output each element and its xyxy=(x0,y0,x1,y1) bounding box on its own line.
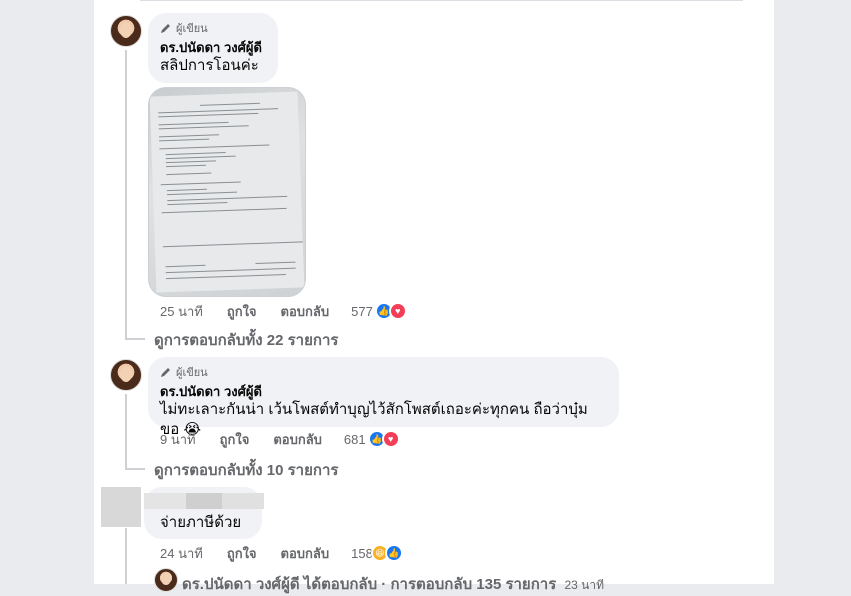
divider xyxy=(140,0,743,1)
author-reply-preview[interactable]: ดร.ปนัดดา วงศ์ผู้ดี ได้ตอบกลับ · การตอบก… xyxy=(182,572,604,596)
like-icon: 👍 xyxy=(384,544,403,562)
comment-actions: 25 นาที ถูกใจ ตอบกลับ 577 👍 ♥ xyxy=(160,302,407,320)
timestamp[interactable]: 9 นาที xyxy=(160,429,196,450)
author-name[interactable]: ดร.ปนัดดา วงศ์ผู้ดี xyxy=(160,39,266,56)
author-badge: ผู้เขียน xyxy=(160,21,266,35)
comment-text: สลิปการโอนค่ะ xyxy=(160,57,259,74)
reaction-count: 681 xyxy=(343,431,366,447)
thread-line xyxy=(125,338,145,340)
avatar[interactable] xyxy=(154,568,178,592)
pencil-icon xyxy=(161,24,170,33)
like-button[interactable]: ถูกใจ xyxy=(227,543,257,564)
comment-bubble: จ่ายภาษีด้วย xyxy=(144,487,264,539)
avatar[interactable] xyxy=(110,359,142,391)
love-icon: ♥ xyxy=(381,430,400,448)
reaction-summary[interactable]: 577 👍 ♥ xyxy=(351,302,407,320)
timestamp[interactable]: 25 นาที xyxy=(160,301,203,322)
like-button[interactable]: ถูกใจ xyxy=(227,301,257,322)
comment-actions: 9 นาที ถูกใจ ตอบกลับ 681 👍 ♥ xyxy=(160,430,400,448)
transfer-slip-image[interactable] xyxy=(148,87,306,297)
like-button[interactable]: ถูกใจ xyxy=(220,429,250,450)
reaction-count: 158 xyxy=(351,545,373,561)
timestamp: 23 นาที xyxy=(564,578,605,592)
reaction-summary[interactable]: 681 👍 ♥ xyxy=(344,430,400,448)
thread-line xyxy=(125,528,127,584)
thread-line xyxy=(125,394,127,470)
comment-bubble: ผู้เขียน ดร.ปนัดดา วงศ์ผู้ดี ไม่ทะเลาะกั… xyxy=(148,357,619,438)
pencil-icon xyxy=(161,368,170,377)
reply-button[interactable]: ตอบกลับ xyxy=(273,429,322,450)
comment-actions: 24 นาที ถูกใจ ตอบกลับ 158 😆 👍 xyxy=(160,544,403,562)
slip-paper xyxy=(149,91,305,293)
thread-line xyxy=(125,468,145,470)
author-badge: ผู้เขียน xyxy=(160,365,607,379)
comment-bubble: ผู้เขียน ดร.ปนัดดา วงศ์ผู้ดี สลิปการโอนค… xyxy=(148,13,278,83)
reaction-summary[interactable]: 158 😆 👍 xyxy=(351,544,403,562)
avatar[interactable] xyxy=(110,15,142,47)
view-replies-link[interactable]: ดูการตอบกลับทั้ง 10 รายการ xyxy=(154,458,338,482)
thread-line xyxy=(125,50,127,340)
reaction-count: 577 xyxy=(351,303,373,319)
avatar-blurred[interactable] xyxy=(101,487,141,527)
comment-text: จ่ายภาษีด้วย xyxy=(160,514,242,531)
reply-preview-text: ดร.ปนัดดา วงศ์ผู้ดี ได้ตอบกลับ · การตอบก… xyxy=(182,576,557,593)
reply-button[interactable]: ตอบกลับ xyxy=(281,301,330,322)
love-icon: ♥ xyxy=(388,302,407,320)
author-name-blurred[interactable] xyxy=(144,493,264,509)
reply-button[interactable]: ตอบกลับ xyxy=(281,543,330,564)
author-name[interactable]: ดร.ปนัดดา วงศ์ผู้ดี xyxy=(160,383,607,400)
timestamp[interactable]: 24 นาที xyxy=(160,543,203,564)
view-replies-link[interactable]: ดูการตอบกลับทั้ง 22 รายการ xyxy=(154,328,338,352)
